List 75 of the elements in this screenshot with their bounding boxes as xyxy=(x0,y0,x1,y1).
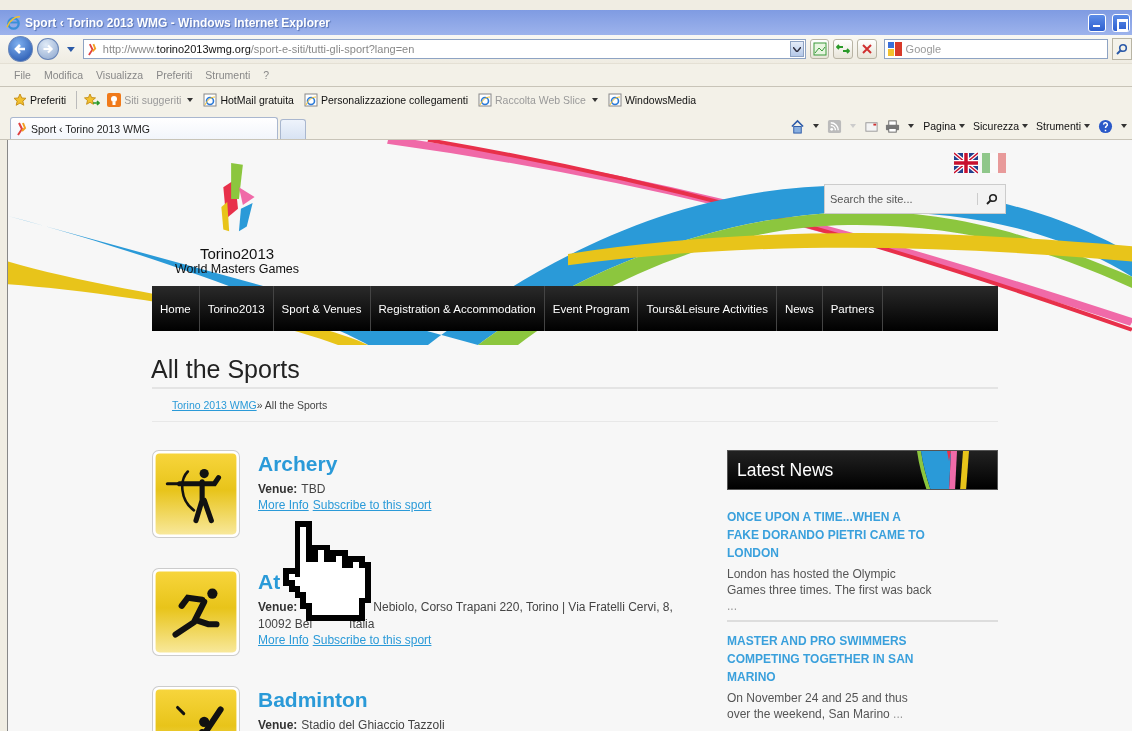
nav-item[interactable]: Partners xyxy=(822,286,884,331)
venue-text: TBD xyxy=(301,482,326,496)
command-menu-button[interactable]: Strumenti xyxy=(1032,120,1094,132)
web-page-icon xyxy=(203,93,218,107)
breadcrumb-current: » All the Sports xyxy=(256,399,328,411)
nav-item[interactable]: Registration & Accommodation xyxy=(370,286,545,331)
search-field[interactable]: Google xyxy=(905,40,1108,58)
command-menu-button[interactable]: Sicurezza xyxy=(968,120,1033,132)
stop-button[interactable] xyxy=(857,39,877,59)
minimize-button[interactable] xyxy=(1088,13,1106,32)
site-logo-icon xyxy=(17,121,27,136)
browser-tab[interactable]: Sport ‹ Torino 2013 WMG xyxy=(10,117,278,139)
refresh-button[interactable] xyxy=(833,39,853,59)
venue-label: Venue: xyxy=(258,600,298,614)
news-excerpt: On November 24 and 25 and thus over the weekend, San Marino ... xyxy=(727,690,909,722)
nav-item[interactable]: Torino2013 xyxy=(199,286,274,331)
page-chart-icon xyxy=(812,42,827,56)
nav-item[interactable]: Home xyxy=(152,286,200,331)
caret-icon xyxy=(1022,124,1029,128)
caret-icon xyxy=(958,124,965,128)
browser-logo-icon xyxy=(6,15,21,30)
english-flag-icon[interactable] xyxy=(954,152,978,174)
caret-icon xyxy=(187,98,194,102)
window-title: Sport ‹ Torino 2013 WMG - Windows Internet Explorer xyxy=(25,15,331,30)
help-icon[interactable] xyxy=(1098,118,1113,134)
web-page-icon xyxy=(607,93,622,107)
search-provider-icon xyxy=(887,42,902,56)
search-icon xyxy=(1116,43,1129,55)
favorites-bar-item[interactable]: HotMail gratuita xyxy=(200,93,297,107)
venue-text: Stadio del Ghiaccio Tazzoli xyxy=(301,718,445,731)
command-menu-button[interactable]: Pagina xyxy=(919,120,969,132)
page-title: All the Sports xyxy=(151,355,301,385)
search-button[interactable] xyxy=(1112,38,1132,60)
venue-text: Nebiolo, Corso Trapani 220, Torino | Via Fratelli Cervi, 8, xyxy=(373,600,673,614)
sport-pictogram-icon[interactable] xyxy=(152,450,240,538)
add-favorite-icon[interactable] xyxy=(84,93,101,107)
site-search-box[interactable]: Search the site... xyxy=(824,184,1006,214)
site-search-field[interactable]: Search the site... xyxy=(825,184,977,214)
nav-item[interactable]: Event Program xyxy=(544,286,639,331)
star-icon xyxy=(13,93,27,107)
web-page-icon xyxy=(303,93,318,107)
venue-label: Venue: xyxy=(258,718,298,731)
search-box[interactable]: Google xyxy=(883,39,1109,59)
url-text: http://www.torino2013wmg.org/sport-e-siti/tutti-gli-sport?lang=en xyxy=(102,43,415,55)
venue-label: Venue: xyxy=(258,482,298,496)
address-dropdown-button[interactable] xyxy=(789,41,804,57)
lightbulb-icon xyxy=(107,93,122,107)
news-heading: Latest News xyxy=(736,459,834,481)
restore-button[interactable] xyxy=(1112,13,1130,32)
caret-icon[interactable] xyxy=(1121,124,1127,128)
caret-icon xyxy=(1084,124,1090,128)
venue-text: 10092 Bei xyxy=(258,617,313,631)
forward-button[interactable] xyxy=(37,38,59,60)
sport-pictogram-icon[interactable] xyxy=(152,568,240,656)
favorites-bar-item[interactable]: Preferiti xyxy=(10,93,70,107)
dropdown-caret-icon[interactable] xyxy=(67,46,75,52)
caret-icon xyxy=(591,98,598,102)
site-logo-icon xyxy=(87,42,97,56)
home-icon[interactable] xyxy=(790,118,806,134)
nav-item[interactable]: Tours&Leisure Activities xyxy=(638,286,777,331)
address-field[interactable]: http://www.torino2013wmg.org/sport-e-siti/tutti-gli-sport?lang=en xyxy=(82,39,806,59)
printer-icon[interactable] xyxy=(885,118,901,134)
nav-item[interactable]: News xyxy=(776,286,823,331)
close-icon xyxy=(859,42,874,56)
nav-item[interactable]: Sport & Venues xyxy=(273,286,371,331)
compatibility-view-button[interactable] xyxy=(809,39,830,59)
favorites-bar-item[interactable]: Personalizzazione collegamenti xyxy=(300,93,471,107)
caret-icon[interactable] xyxy=(908,124,915,128)
caret-icon[interactable] xyxy=(813,124,820,128)
chevron-down-icon xyxy=(792,46,801,52)
news-excerpt: London has hosted the Olympic Games three times. The first was back ... xyxy=(727,566,932,614)
refresh-icon xyxy=(836,42,851,56)
web-page-icon xyxy=(478,93,492,107)
favorites-bar-item[interactable]: WindowsMedia xyxy=(604,93,700,107)
back-button[interactable] xyxy=(8,36,34,62)
